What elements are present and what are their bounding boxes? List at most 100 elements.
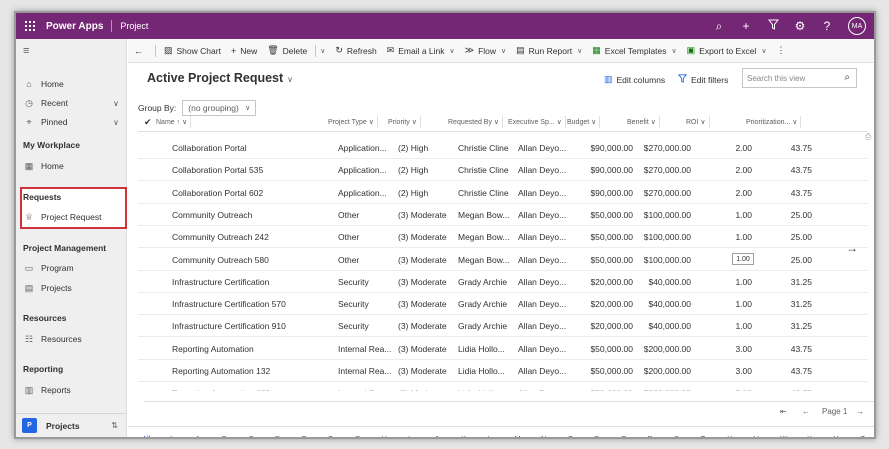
table-row[interactable]: Collaboration Portal Application... (2) Hi… <box>138 137 868 159</box>
select-all-checkbox[interactable]: ✔ <box>144 117 152 128</box>
sidebar-item-program[interactable]: ▭ Program <box>16 259 127 277</box>
column-divider[interactable] <box>708 116 710 128</box>
column-header-name[interactable]: Name ↑ ∨ <box>156 116 192 128</box>
flow-button[interactable]: ≫ Flow ∨ <box>465 45 507 56</box>
help-icon[interactable]: ? <box>821 19 833 33</box>
column-divider[interactable] <box>800 116 802 128</box>
column-divider[interactable] <box>658 116 660 128</box>
row-name-link[interactable]: Infrastructure Certification 910 <box>172 321 286 331</box>
sidebar-item-project-request[interactable]: ♕ Project Request <box>16 208 127 226</box>
excel-templates-button[interactable]: ▦ Excel Templates ∨ <box>592 45 676 56</box>
row-name-link[interactable]: Reporting Automation <box>172 344 254 354</box>
sidebar-item-workplace-home[interactable]: ▦ Home <box>16 157 127 175</box>
row-name-link[interactable]: Collaboration Portal 602 <box>172 188 263 198</box>
column-divider[interactable] <box>502 116 504 128</box>
column-divider[interactable] <box>564 116 566 128</box>
refresh-button[interactable]: ↻ Refresh <box>335 45 376 56</box>
column-divider[interactable] <box>376 116 378 128</box>
jump-bar-letter[interactable]: W <box>780 434 787 437</box>
view-selector[interactable]: Active Project Request ∨ <box>147 71 293 85</box>
column-header-prioritization[interactable]: Prioritization... ∨ <box>746 116 802 128</box>
table-row[interactable]: Infrastructure Certification 570 Security… <box>138 293 868 316</box>
row-name-link[interactable]: Reporting Automation 839 <box>172 388 270 391</box>
column-header-benefit[interactable]: Benefit ∨ <box>627 116 660 128</box>
plus-icon[interactable]: + <box>740 19 752 33</box>
jump-bar-letter[interactable]: J <box>435 434 439 437</box>
table-row[interactable]: Collaboration Portal 535 Application... (2… <box>138 159 868 182</box>
edit-filters-button[interactable]: Edit filters <box>677 74 728 85</box>
table-row[interactable]: Community Outreach 242 Other (3) Moderate M… <box>138 226 868 249</box>
jump-bar-letter[interactable]: K <box>461 434 466 437</box>
row-name-link[interactable]: Infrastructure Certification <box>172 277 269 287</box>
chevron-down-icon[interactable]: ∨ <box>113 118 119 127</box>
chevron-down-icon[interactable]: ∨ <box>450 47 455 55</box>
jump-bar-letter[interactable]: N <box>541 434 546 437</box>
run-report-button[interactable]: ▤ Run Report ∨ <box>516 45 582 56</box>
search-icon[interactable]: ⌕ <box>713 19 725 34</box>
jump-bar-letter[interactable]: P <box>594 434 599 437</box>
jump-bar-letter[interactable]: A <box>195 434 200 437</box>
settings-icon[interactable]: ⚙ <box>794 19 806 33</box>
jump-bar-letter[interactable]: F <box>328 434 333 437</box>
chevron-down-icon[interactable]: ∨ <box>577 47 582 55</box>
back-button[interactable]: ← <box>134 46 147 56</box>
area-switcher[interactable]: P Projects ⇅ <box>16 413 126 437</box>
jump-bar-letter[interactable]: V <box>754 434 759 437</box>
column-header-budget[interactable]: Budget ∨ <box>567 116 601 128</box>
export-excel-button[interactable]: ▣ Export to Excel ∨ <box>687 45 767 56</box>
column-header-requested-by[interactable]: Requested By ∨ <box>448 116 504 128</box>
jump-bar-letter[interactable]: C <box>248 434 253 437</box>
column-divider[interactable] <box>419 116 421 128</box>
table-row[interactable]: Reporting Automation 132 Internal Rea... (… <box>138 360 868 382</box>
table-row[interactable]: Reporting Automation 839 Internal Rea... (… <box>138 382 868 391</box>
previous-page-icon[interactable]: ← <box>802 407 810 416</box>
column-header-executive-sponsor[interactable]: Executive Sp... ∨ <box>508 116 566 128</box>
column-divider[interactable] <box>190 116 192 128</box>
chevron-down-icon[interactable]: ∨ <box>761 47 766 55</box>
column-divider[interactable] <box>599 116 601 128</box>
jump-bar-letter[interactable]: # <box>169 434 173 437</box>
chevron-down-icon[interactable]: ∨ <box>113 99 119 108</box>
chevron-down-icon[interactable]: ∨ <box>501 47 506 55</box>
sidebar-item-home[interactable]: ⌂ Home <box>16 75 127 93</box>
environment-name[interactable]: Project <box>120 21 148 31</box>
table-row[interactable]: Reporting Automation Internal Rea... (3) M… <box>138 338 868 360</box>
app-name[interactable]: Power Apps <box>46 21 103 32</box>
jump-bar-letter[interactable]: B <box>222 434 227 437</box>
column-header-roi[interactable]: ROI ∨ <box>686 116 710 128</box>
edit-columns-button[interactable]: ▥ Edit columns <box>604 74 665 85</box>
jump-bar-letter[interactable]: X <box>807 434 812 437</box>
new-button[interactable]: + New <box>231 46 257 56</box>
table-row[interactable]: Infrastructure Certification Security (3) … <box>138 271 868 293</box>
app-launcher-icon[interactable] <box>18 13 42 39</box>
jump-bar-letter[interactable]: U <box>727 434 732 437</box>
jump-bar-letter[interactable]: S <box>674 434 679 437</box>
row-open-arrow-icon[interactable]: → <box>846 241 858 255</box>
jump-bar-letter[interactable]: I <box>408 434 410 437</box>
sidebar-item-pinned[interactable]: ⌖ Pinned ∨ <box>16 113 127 131</box>
avatar[interactable]: MA <box>848 17 866 35</box>
search-icon[interactable]: ⌕ <box>844 72 850 83</box>
jump-bar-letter[interactable]: M <box>514 434 520 437</box>
table-row[interactable]: Infrastructure Certification 910 Security… <box>138 315 868 338</box>
email-link-button[interactable]: ✉ Email a Link ∨ <box>387 45 455 56</box>
first-page-icon[interactable]: ⇤ <box>780 407 787 416</box>
row-name-link[interactable]: Community Outreach <box>172 210 252 220</box>
table-row[interactable]: Community Outreach Other (3) Moderate Megan… <box>138 204 868 226</box>
sidebar-item-recent[interactable]: ◷ Recent ∨ <box>16 94 127 112</box>
jump-bar-letter[interactable]: Z <box>860 434 865 437</box>
jump-bar-letter[interactable]: T <box>701 434 706 437</box>
jump-bar-letter[interactable]: R <box>647 434 652 437</box>
jump-bar-letter[interactable]: D <box>275 434 280 437</box>
search-input[interactable]: Search this view ⌕ <box>742 68 857 88</box>
row-name-link[interactable]: Collaboration Portal <box>172 143 247 153</box>
jump-bar-letter[interactable]: All <box>142 434 150 437</box>
column-header-project-type[interactable]: Project Type ∨ <box>328 116 378 128</box>
chevron-down-icon[interactable]: ∨ <box>672 47 677 55</box>
row-name-link[interactable]: Collaboration Portal 535 <box>172 165 263 175</box>
jump-bar-letter[interactable]: G <box>355 434 361 437</box>
hamburger-icon[interactable]: ≡ <box>23 45 29 57</box>
jump-bar-letter[interactable]: Y <box>834 434 839 437</box>
row-name-link[interactable]: Reporting Automation 132 <box>172 366 270 376</box>
jump-bar-letter[interactable]: L <box>488 434 492 437</box>
